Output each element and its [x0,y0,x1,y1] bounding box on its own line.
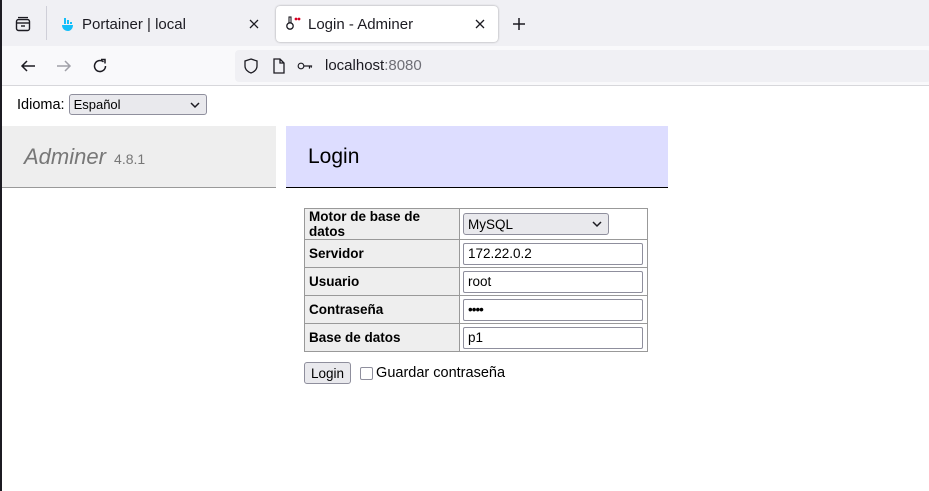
language-selector: Idioma: Español [17,94,207,115]
page-icon[interactable] [271,58,287,74]
new-tab-button[interactable] [507,12,531,36]
close-tab-icon[interactable] [244,14,264,34]
page-heading: Login [286,126,668,188]
reload-icon [93,58,107,73]
portainer-whale-icon [59,16,75,32]
password-label: Contraseña [304,295,460,324]
driver-label: Motor de base de datos [304,208,460,240]
arrow-left-icon [20,60,35,72]
login-button[interactable]: Login [304,362,352,384]
page-content: Idioma: Español Adminer 4.8.1 Login Moto… [0,86,929,491]
arrow-right-icon [57,60,72,72]
tab-adminer[interactable]: Login - Adminer [276,6,498,42]
form-row-database: Base de datos p1 [304,323,648,352]
app-name[interactable]: Adminer [24,144,106,169]
key-icon[interactable] [297,58,313,74]
remember-password-checkbox[interactable] [360,366,374,380]
app-title[interactable]: Adminer 4.8.1 [24,144,145,170]
database-input[interactable]: p1 [463,326,643,349]
adminer-icon [285,16,301,32]
url-host: localhost [325,57,385,74]
server-cell: 172.22.0.2 [459,239,648,268]
form-row-driver: Motor de base de datos MySQL [304,208,648,240]
page-title: Login [308,145,360,168]
database-label: Base de datos [304,323,460,352]
browser-chrome: Portainer | local Login - Adminer localh… [0,0,929,86]
tab-portainer[interactable]: Portainer | local [50,6,272,42]
form-row-username: Usuario root [304,267,648,296]
address-bar[interactable]: localhost:8080 [235,50,929,82]
language-select[interactable]: Español [68,94,207,115]
password-cell: •••• [459,295,648,324]
tab-separator [46,6,47,40]
reload-button[interactable] [86,52,114,80]
driver-value: MySQL [468,216,514,232]
url-text: localhost:8080 [325,57,422,74]
url-port: :8080 [384,57,422,74]
remember-password-label[interactable]: Guardar contraseña [376,365,505,381]
tab-list-icon [15,16,31,32]
driver-select[interactable]: MySQL [463,213,609,235]
password-input[interactable]: •••• [463,298,643,321]
form-row-password: Contraseña •••• [304,295,648,324]
chevron-down-icon [592,221,602,228]
username-input[interactable]: root [463,270,643,293]
form-row-server: Servidor 172.22.0.2 [304,239,648,268]
username-cell: root [459,267,648,296]
plus-icon [513,18,525,30]
language-value: Español [73,97,121,112]
back-button[interactable] [14,52,42,80]
forward-button[interactable] [50,52,78,80]
navigation-bar: localhost:8080 [2,46,929,86]
driver-cell: MySQL [459,208,648,240]
language-label: Idioma: [17,96,65,113]
tab-strip: Portainer | local Login - Adminer [2,0,929,46]
sidebar-menu: Adminer 4.8.1 [2,126,276,188]
database-cell: p1 [459,323,648,352]
app-version: 4.8.1 [114,151,146,167]
server-input[interactable]: 172.22.0.2 [463,242,643,265]
login-form-table: Motor de base de datos MySQL Servidor 17… [304,208,648,352]
shield-icon[interactable] [243,58,259,74]
tab-title: Login - Adminer [308,15,414,33]
username-label: Usuario [304,267,460,296]
chevron-down-icon [190,102,200,109]
close-tab-icon[interactable] [470,14,490,34]
server-label: Servidor [304,239,460,268]
tab-title: Portainer | local [82,15,186,33]
tab-list-button[interactable] [8,9,38,39]
form-actions: Login Guardar contraseña [304,362,505,384]
